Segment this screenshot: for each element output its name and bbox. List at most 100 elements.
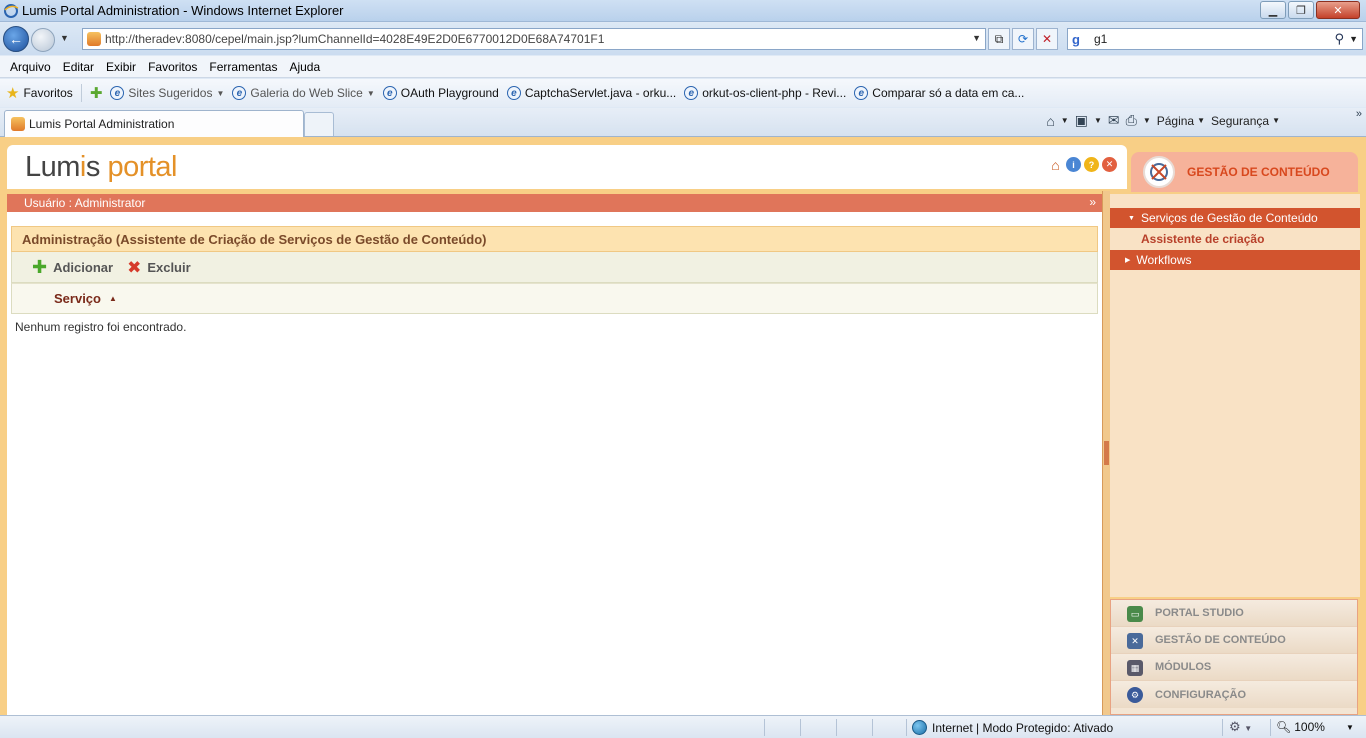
logout-icon[interactable]: ✕ bbox=[1102, 157, 1117, 172]
info-icon[interactable]: i bbox=[1066, 157, 1081, 172]
module-portal-studio[interactable]: ▭ PORTAL STUDIO bbox=[1111, 600, 1357, 627]
new-tab-button[interactable] bbox=[304, 112, 334, 136]
ie-page-icon: e bbox=[110, 86, 125, 100]
tab-bar: Lumis Portal Administration ⌂ ▼ ▣ ▼ ✉ ⎙ ▼ P… bbox=[0, 108, 1366, 137]
close-window-button[interactable]: ✕ bbox=[1316, 1, 1360, 19]
search-dropdown[interactable]: ▼ bbox=[1349, 34, 1358, 44]
collapse-sidebar-icon[interactable]: » bbox=[1089, 195, 1096, 209]
delete-button[interactable]: ✖ Excluir bbox=[127, 259, 191, 276]
menu-arquivo[interactable]: Arquivo bbox=[4, 60, 57, 74]
security-zone[interactable]: Internet | Modo Protegido: Ativado bbox=[912, 720, 1113, 735]
modules-icon: ▦ bbox=[1127, 660, 1143, 676]
module-label: CONFIGURAÇÃO bbox=[1155, 688, 1247, 701]
compatibility-view-button[interactable]: ⧉ bbox=[988, 28, 1010, 50]
fav-galeria-web-slice[interactable]: e Galeria do Web Slice ▼ bbox=[232, 86, 375, 100]
menu-favoritos[interactable]: Favoritos bbox=[142, 60, 203, 74]
help-icon[interactable]: ? bbox=[1084, 157, 1099, 172]
home-dropdown[interactable]: ▼ bbox=[1061, 116, 1069, 125]
favorites-separator bbox=[80, 84, 82, 102]
sidebar-item-workflows[interactable]: ▶ Workflows bbox=[1110, 250, 1360, 270]
address-dropdown[interactable]: ▼ bbox=[972, 33, 981, 43]
tab-lumis-portal[interactable]: Lumis Portal Administration bbox=[4, 110, 304, 137]
fav-label: OAuth Playground bbox=[400, 86, 499, 100]
zoom-label: 100% bbox=[1294, 720, 1325, 734]
menu-ajuda[interactable]: Ajuda bbox=[283, 60, 326, 74]
module-label: MÓDULOS bbox=[1155, 661, 1212, 673]
print-icon[interactable]: ⎙ bbox=[1126, 112, 1137, 129]
protected-mode-icon[interactable]: ⚙ ▼ bbox=[1229, 719, 1252, 735]
splitter-grip[interactable] bbox=[1104, 441, 1109, 465]
refresh-button[interactable]: ⟳ bbox=[1012, 28, 1034, 50]
module-gestao-conteudo[interactable]: ✕ GESTÃO DE CONTEÚDO bbox=[1111, 627, 1357, 654]
main-panel: Administração (Assistente de Criação de … bbox=[7, 212, 1102, 715]
sidebar-header-title: GESTÃO DE CONTEÚDO bbox=[1187, 165, 1330, 179]
zoom-control[interactable]: 🔍︎ 100% ▼ bbox=[1276, 720, 1354, 734]
sidebar-nav: ▼ Serviços de Gestão de Conteúdo Assiste… bbox=[1110, 194, 1360, 597]
google-icon: g bbox=[1072, 32, 1080, 47]
panel-splitter[interactable] bbox=[1102, 191, 1110, 715]
status-separator bbox=[906, 719, 907, 736]
zoom-icon: 🔍︎ bbox=[1276, 720, 1292, 734]
stop-button[interactable]: ✕ bbox=[1036, 28, 1058, 50]
ie-page-icon: e bbox=[506, 86, 521, 100]
status-separator bbox=[1222, 719, 1223, 736]
security-menu[interactable]: Segurança ▼ bbox=[1211, 114, 1280, 128]
add-button[interactable]: ✚ Adicionar bbox=[32, 258, 113, 276]
menu-exibir[interactable]: Exibir bbox=[100, 60, 142, 74]
status-cells bbox=[0, 716, 1366, 738]
caret-down-icon: ▼ bbox=[216, 88, 225, 98]
address-toolbar: ← ▼ http://theradev:8080/cepel/main.jsp?… bbox=[0, 23, 1366, 55]
home-icon[interactable]: ⌂ bbox=[1048, 157, 1063, 173]
menu-ferramentas[interactable]: Ferramentas bbox=[203, 60, 283, 74]
sidebar-header: GESTÃO DE CONTEÚDO bbox=[1131, 152, 1358, 192]
fav-sites-sugeridos[interactable]: e Sites Sugeridos ▼ bbox=[110, 86, 224, 100]
module-modulos[interactable]: ▦ MÓDULOS bbox=[1111, 654, 1357, 681]
logo-s: s bbox=[85, 151, 101, 183]
fav-oauth-playground[interactable]: e OAuth Playground bbox=[382, 86, 499, 100]
chevron-more-icon[interactable]: » bbox=[1356, 108, 1362, 120]
rss-icon[interactable]: ▣ bbox=[1075, 112, 1088, 129]
site-favicon-icon bbox=[87, 32, 101, 46]
sidebar-item-assistente[interactable]: Assistente de criação bbox=[1141, 232, 1264, 246]
search-icon[interactable]: ⚲ bbox=[1334, 31, 1344, 47]
module-configuracao[interactable]: ⚙ CONFIGURAÇÃO bbox=[1111, 681, 1357, 708]
command-bar: ⌂ ▼ ▣ ▼ ✉ ⎙ ▼ Página ▼ Segurança ▼ bbox=[1046, 112, 1358, 129]
fav-comparar-data[interactable]: e Comparar só a data em ca... bbox=[854, 86, 1024, 100]
maximize-button[interactable]: ❐ bbox=[1288, 1, 1314, 19]
fav-orkut-os-client[interactable]: e orkut-os-client-php - Revi... bbox=[684, 86, 846, 100]
sidebar-item-servicos[interactable]: ▼ Serviços de Gestão de Conteúdo bbox=[1110, 208, 1360, 228]
forward-button[interactable] bbox=[31, 28, 55, 52]
header-icons: ⌂ i ? ✕ bbox=[1048, 157, 1117, 173]
logo-lumis: Lum bbox=[25, 151, 80, 183]
history-dropdown[interactable]: ▼ bbox=[60, 33, 69, 43]
status-separator bbox=[836, 719, 837, 736]
user-label: Usuário : Administrator bbox=[24, 196, 146, 210]
rss-dropdown[interactable]: ▼ bbox=[1094, 116, 1102, 125]
security-zone-label: Internet | Modo Protegido: Ativado bbox=[932, 720, 1114, 735]
window-titlebar: Lumis Portal Administration - Windows In… bbox=[0, 0, 1366, 22]
page-menu[interactable]: Página ▼ bbox=[1157, 114, 1205, 128]
config-icon: ⚙ bbox=[1127, 687, 1143, 703]
sidebar-item-label: Workflows bbox=[1136, 253, 1192, 267]
address-input[interactable]: http://theradev:8080/cepel/main.jsp?lumC… bbox=[82, 28, 986, 50]
search-input[interactable]: g g1 ⚲ ▼ bbox=[1067, 28, 1363, 50]
column-header-service[interactable]: Serviço ▲ bbox=[11, 283, 1098, 314]
status-separator bbox=[1270, 719, 1271, 736]
back-button[interactable]: ← bbox=[3, 26, 29, 52]
delete-label: Excluir bbox=[147, 259, 191, 275]
favorites-button[interactable]: ★ Favoritos bbox=[6, 84, 73, 102]
fav-captchaservlet[interactable]: e CaptchaServlet.java - orku... bbox=[506, 86, 676, 100]
user-bar: Usuário : Administrator » bbox=[7, 194, 1102, 212]
caret-down-icon: ▼ bbox=[1197, 116, 1206, 125]
mail-icon[interactable]: ✉ bbox=[1108, 112, 1120, 129]
menu-editar[interactable]: Editar bbox=[57, 60, 100, 74]
status-separator bbox=[800, 719, 801, 736]
window-title: Lumis Portal Administration - Windows In… bbox=[22, 3, 344, 18]
home-icon[interactable]: ⌂ bbox=[1046, 113, 1054, 129]
admin-title: Administração (Assistente de Criação de … bbox=[11, 226, 1098, 252]
add-favorite-icon[interactable]: ✚ bbox=[90, 84, 103, 102]
address-url: http://theradev:8080/cepel/main.jsp?lumC… bbox=[105, 32, 605, 46]
minimize-button[interactable]: ▁ bbox=[1260, 1, 1286, 19]
fav-label: Galeria do Web Slice bbox=[250, 86, 363, 100]
print-dropdown[interactable]: ▼ bbox=[1143, 116, 1151, 125]
